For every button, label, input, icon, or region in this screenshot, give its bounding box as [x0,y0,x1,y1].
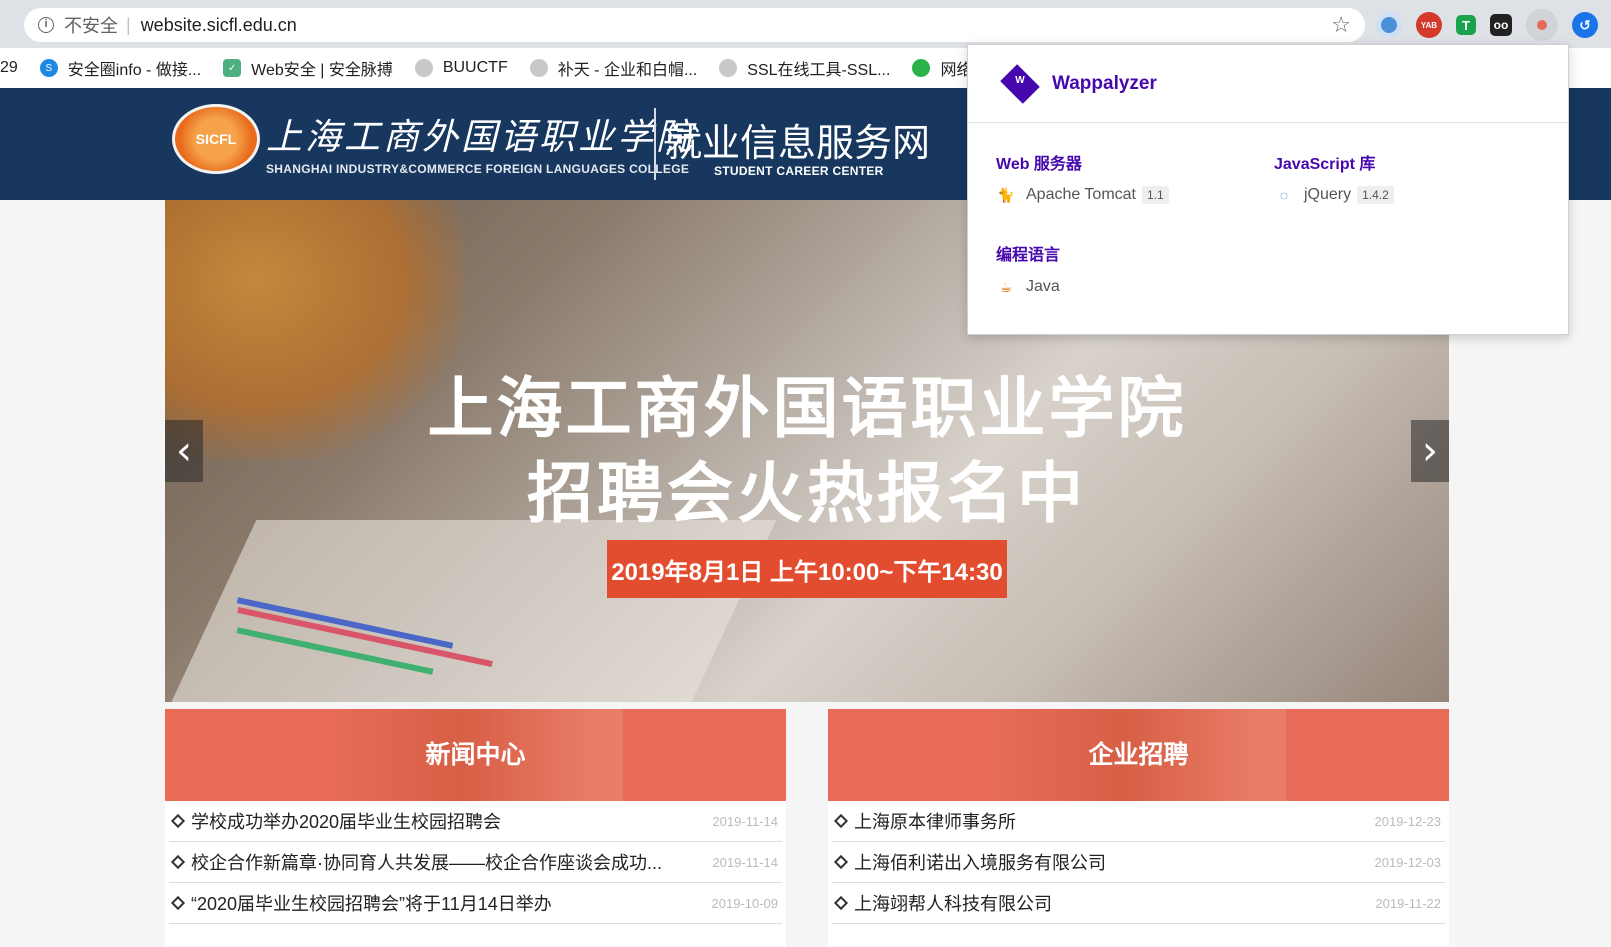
extension-yab-icon[interactable]: YAB [1416,12,1442,38]
globe-icon [414,59,433,77]
banner-prev-arrow-icon[interactable]: ‹ [165,420,203,482]
tech-jquery[interactable]: ◌ jQuery 1.4.2 [1274,185,1394,205]
header-divider [654,108,656,180]
category-web-server[interactable]: Web 服务器 [996,150,1082,174]
news-list: 学校成功举办2020届毕业生校园招聘会 2019-11-14 校企合作新篇章·协… [165,801,786,924]
info-icon[interactable]: i [38,17,54,33]
list-item[interactable]: 上海翊帮人科技有限公司 2019-11-22 [832,883,1445,924]
wappalyzer-extension-icon[interactable] [1526,9,1558,41]
banner-title-line1: 上海工商外国语职业学院 [427,371,1187,445]
jobs-title[interactable]: 企业招聘 [828,709,1449,801]
tech-name: Java [1026,278,1060,295]
bookmark-item[interactable]: 网络 [912,56,972,80]
bookmark-item[interactable]: S 安全圈info - 做接... [39,56,202,80]
bookmark-label: SSL在线工具-SSL... [747,62,891,79]
wappalyzer-logo-letter: W [1015,74,1025,86]
swirl-blue-icon: S [39,59,58,77]
globe-icon [529,59,548,77]
extension-icons: YAB T oo ↺ [1376,8,1598,42]
banner-date-badge: 2019年8月1日 上午10:00~下午14:30 [607,540,1007,598]
news-header[interactable]: 新闻中心 [165,709,786,801]
job-item-title[interactable]: 上海原本律师事务所 [854,808,1016,834]
diamond-bullet-icon [833,854,849,870]
tech-apache-tomcat[interactable]: 🐈 Apache Tomcat 1.1 [996,185,1169,205]
news-item-date: 2019-11-14 [712,854,778,870]
bookmark-label: 安全圈info - 做接... [67,62,202,79]
bookmark-item[interactable]: 29 [0,59,18,77]
job-item-date: 2019-11-22 [1375,895,1441,911]
wappalyzer-logo-icon: W [996,63,1044,104]
diamond-bullet-icon [170,895,186,911]
wappalyzer-title[interactable]: Wappalyzer [1052,73,1157,95]
extension-history-icon[interactable]: ↺ [1572,12,1598,38]
jobs-section: 企业招聘 上海原本律师事务所 2019-12-23 上海佰利诺出入境服务有限公司… [828,709,1449,947]
extension-circle-icon[interactable] [1376,12,1402,38]
college-name-cn: 上海工商外国语职业学院 [266,117,696,158]
address-bar[interactable]: i 不安全 | website.sicfl.edu.cn ☆ [24,8,1365,42]
globe-icon [719,59,738,77]
news-item-title[interactable]: “2020届毕业生校园招聘会”将于11月14日举办 [191,890,552,916]
tech-name: Apache Tomcat [1026,186,1136,203]
news-item-date: 2019-11-14 [712,813,778,829]
category-javascript-library[interactable]: JavaScript 库 [1274,150,1375,174]
extension-t-icon[interactable]: T [1456,15,1476,35]
bookmark-label: 补天 - 企业和白帽... [557,62,698,79]
tech-version: 1.1 [1142,186,1169,204]
tech-java[interactable]: ☕ Java [996,277,1060,297]
career-center-en: STUDENT CAREER CENTER [714,164,884,178]
news-item-title[interactable]: 校企合作新篇章·协同育人共发展——校企合作座谈会成功... [191,849,662,875]
url-separator: | [126,14,131,35]
shield-icon: ✓ [223,59,242,77]
url-text[interactable]: website.sicfl.edu.cn [141,15,297,36]
college-logo[interactable]: SICFL [172,104,260,174]
bookmark-item[interactable]: 补天 - 企业和白帽... [529,56,698,80]
job-item-title[interactable]: 上海佰利诺出入境服务有限公司 [854,849,1106,875]
job-item-title[interactable]: 上海翊帮人科技有限公司 [854,890,1052,916]
category-programming-language[interactable]: 编程语言 [996,241,1060,265]
banner-title-line2: 招聘会火热报名中 [527,456,1087,530]
green-hex-icon [912,59,931,77]
tomcat-cat-icon: 🐈 [997,186,1015,203]
job-item-date: 2019-12-23 [1374,813,1442,829]
news-title[interactable]: 新闻中心 [165,709,786,801]
news-item-date: 2019-10-09 [711,895,779,911]
wappalyzer-header: W Wappalyzer [968,45,1568,123]
wappalyzer-popup: W Wappalyzer Web 服务器 🐈 Apache Tomcat 1.1… [967,44,1569,335]
diamond-bullet-icon [170,813,186,829]
jquery-icon: ◌ [1279,187,1289,203]
banner-photo-chart [235,597,555,680]
jobs-header[interactable]: 企业招聘 [828,709,1449,801]
insecure-label: 不安全 [64,16,118,36]
bookmark-item[interactable]: ✓ Web安全 | 安全脉搏 [223,56,393,80]
list-item[interactable]: 上海佰利诺出入境服务有限公司 2019-12-03 [832,842,1445,883]
list-item[interactable]: 上海原本律师事务所 2019-12-23 [832,801,1445,842]
java-cup-icon: ☕ [999,278,1013,295]
job-item-date: 2019-12-03 [1374,854,1442,870]
bookmark-label: 29 [0,59,18,76]
bookmark-item[interactable]: BUUCTF [414,59,508,77]
bookmark-item[interactable]: SSL在线工具-SSL... [719,56,890,80]
news-item-title[interactable]: 学校成功举办2020届毕业生校园招聘会 [191,808,501,834]
bookmark-label: BUUCTF [442,59,508,76]
list-item[interactable]: “2020届毕业生校园招聘会”将于11月14日举办 2019-10-09 [169,883,782,924]
news-section: 新闻中心 学校成功举办2020届毕业生校园招聘会 2019-11-14 校企合作… [165,709,786,947]
career-center-cn: 就业信息服务网 [664,123,931,165]
tech-name: jQuery [1304,186,1352,203]
diamond-bullet-icon [833,895,849,911]
browser-toolbar: i 不安全 | website.sicfl.edu.cn ☆ YAB T oo … [0,0,1611,48]
bookmark-star-icon[interactable]: ☆ [1331,12,1351,38]
list-item[interactable]: 学校成功举办2020届毕业生校园招聘会 2019-11-14 [169,801,782,842]
college-name-en: SHANGHAI INDUSTRY&COMMERCE FOREIGN LANGU… [266,162,690,176]
bookmark-label: Web安全 | 安全脉搏 [251,62,393,79]
list-item[interactable]: 校企合作新篇章·协同育人共发展——校企合作座谈会成功... 2019-11-14 [169,842,782,883]
jobs-list: 上海原本律师事务所 2019-12-23 上海佰利诺出入境服务有限公司 2019… [828,801,1449,924]
banner-next-arrow-icon[interactable]: › [1411,420,1449,482]
extension-glasses-icon[interactable]: oo [1490,14,1512,36]
tech-version: 1.4.2 [1357,186,1394,204]
diamond-bullet-icon [170,854,186,870]
diamond-bullet-icon [833,813,849,829]
